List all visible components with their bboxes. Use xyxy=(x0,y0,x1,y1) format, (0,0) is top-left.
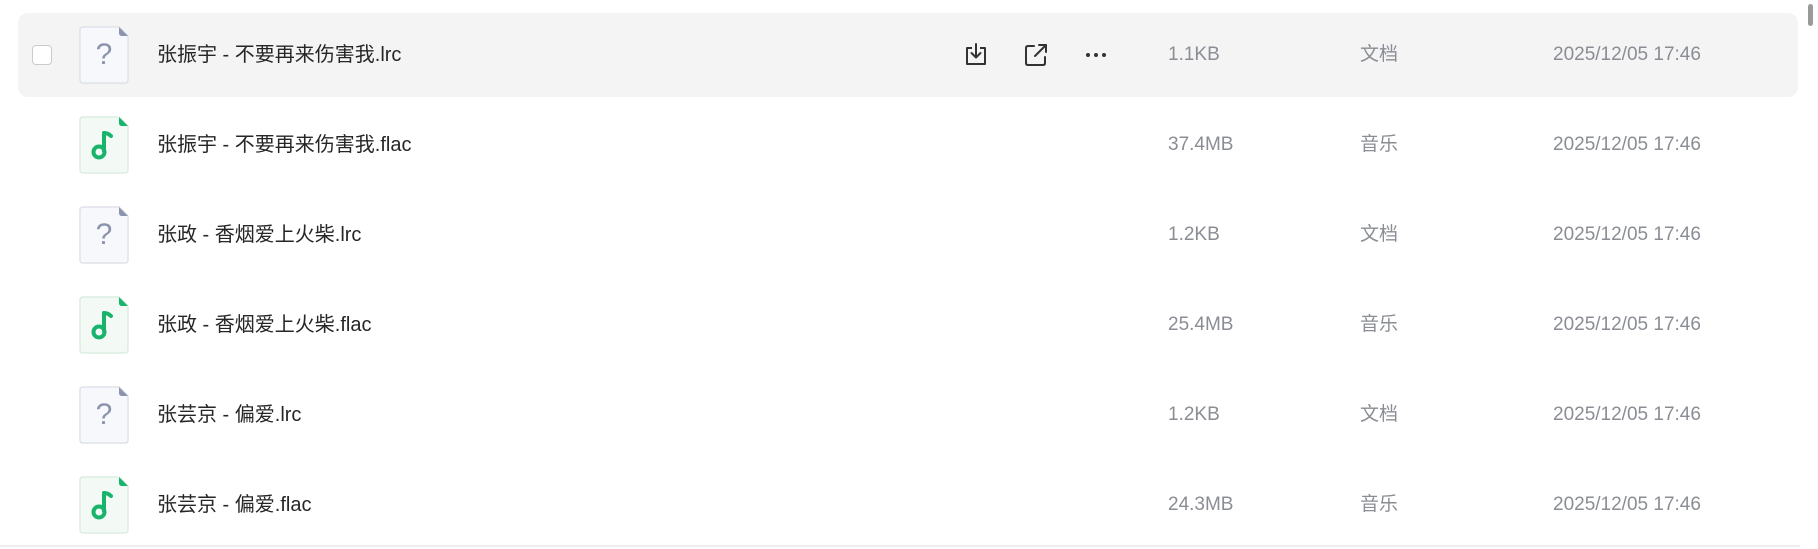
svg-text:?: ? xyxy=(96,398,113,431)
file-type: 音乐 xyxy=(1360,494,1399,515)
more-icon[interactable] xyxy=(1078,37,1114,73)
file-type: 文档 xyxy=(1360,44,1399,65)
vertical-scrollbar[interactable] xyxy=(1802,0,1818,549)
file-size: 1.2KB xyxy=(1168,404,1220,425)
file-name[interactable]: 张振宇 - 不要再来伤害我.lrc xyxy=(157,13,401,97)
file-row[interactable]: 张振宇 - 不要再来伤害我.flac 37.4MB 音乐 2025/12/05 … xyxy=(18,103,1798,187)
file-name[interactable]: 张政 - 香烟爱上火柴.lrc xyxy=(157,193,361,277)
music-file-icon xyxy=(79,296,129,354)
row-checkbox[interactable] xyxy=(32,45,52,65)
file-modified: 2025/12/05 17:46 xyxy=(1553,134,1701,155)
file-type: 音乐 xyxy=(1360,314,1399,335)
unknown-file-icon: ? xyxy=(79,26,129,84)
unknown-file-icon: ? xyxy=(79,386,129,444)
file-row[interactable]: ? 张政 - 香烟爱上火柴.lrc 1.2KB 文档 2025/12/05 17… xyxy=(18,193,1798,277)
scrollbar-thumb[interactable] xyxy=(1808,4,1813,26)
download-icon[interactable] xyxy=(958,37,994,73)
row-actions xyxy=(958,37,1114,73)
file-name[interactable]: 张芸京 - 偏爱.flac xyxy=(157,463,311,547)
file-list: ? 张振宇 - 不要再来伤害我.lrc 1.1KB 文档 2025/12/05 … xyxy=(0,0,1818,549)
file-size: 1.2KB xyxy=(1168,224,1220,245)
file-type: 文档 xyxy=(1360,404,1399,425)
file-row[interactable]: ? 张芸京 - 偏爱.lrc 1.2KB 文档 2025/12/05 17:46 xyxy=(18,373,1798,457)
file-size: 37.4MB xyxy=(1168,134,1234,155)
share-icon[interactable] xyxy=(1018,37,1054,73)
file-name[interactable]: 张政 - 香烟爱上火柴.flac xyxy=(157,283,371,367)
file-size: 25.4MB xyxy=(1168,314,1234,335)
file-row[interactable]: ? 张振宇 - 不要再来伤害我.lrc 1.1KB 文档 2025/12/05 … xyxy=(18,13,1798,97)
file-name[interactable]: 张芸京 - 偏爱.lrc xyxy=(157,373,301,457)
svg-text:?: ? xyxy=(96,218,113,251)
file-modified: 2025/12/05 17:46 xyxy=(1553,404,1701,425)
file-modified: 2025/12/05 17:46 xyxy=(1553,44,1701,65)
file-modified: 2025/12/05 17:46 xyxy=(1553,314,1701,335)
file-modified: 2025/12/05 17:46 xyxy=(1553,494,1701,515)
file-row[interactable]: 张芸京 - 偏爱.flac 24.3MB 音乐 2025/12/05 17:46 xyxy=(18,463,1798,547)
music-file-icon xyxy=(79,476,129,534)
file-size: 24.3MB xyxy=(1168,494,1234,515)
file-modified: 2025/12/05 17:46 xyxy=(1553,224,1701,245)
file-type: 音乐 xyxy=(1360,134,1399,155)
file-size: 1.1KB xyxy=(1168,44,1220,65)
unknown-file-icon: ? xyxy=(79,206,129,264)
list-bottom-divider xyxy=(0,545,1800,547)
file-type: 文档 xyxy=(1360,224,1399,245)
file-row[interactable]: 张政 - 香烟爱上火柴.flac 25.4MB 音乐 2025/12/05 17… xyxy=(18,283,1798,367)
file-name[interactable]: 张振宇 - 不要再来伤害我.flac xyxy=(157,103,411,187)
svg-text:?: ? xyxy=(96,38,113,71)
music-file-icon xyxy=(79,116,129,174)
